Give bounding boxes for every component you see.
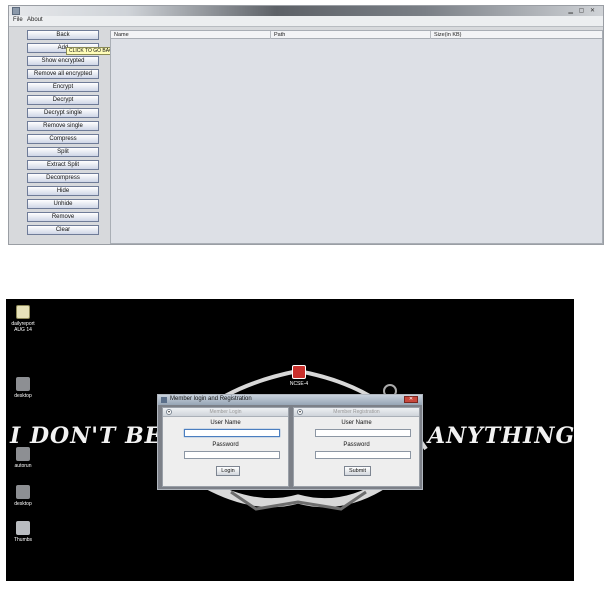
decompress-button[interactable]: Decompress xyxy=(27,173,99,183)
folder-icon xyxy=(16,485,30,499)
submit-button[interactable]: Submit xyxy=(344,466,371,476)
wallpaper-text-left: I DON'T BEL xyxy=(10,423,179,449)
desktop-icon-dailyreport[interactable]: dailyreport AUG 14 xyxy=(6,305,40,333)
login-panel-title: Member Login xyxy=(209,409,242,415)
desktop-icon-label: dailyreport AUG 14 xyxy=(11,321,35,333)
remove-all-encrypted-button[interactable]: Remove all encrypted xyxy=(27,69,99,79)
pdf-icon xyxy=(292,365,306,379)
center-desktop-icon[interactable]: NCSE-4 xyxy=(282,365,316,387)
document-icon xyxy=(16,305,30,319)
file-icon xyxy=(16,521,30,535)
register-username-field[interactable] xyxy=(315,429,411,437)
login-panel: ▾ Member Login User Name Password Login xyxy=(162,407,289,487)
desktop-icon-label: desktop xyxy=(14,501,32,507)
split-button[interactable]: Split xyxy=(27,147,99,157)
column-path[interactable]: Path xyxy=(271,31,431,39)
hide-button[interactable]: Hide xyxy=(27,186,99,196)
table-header: Name Path Size(in KB) xyxy=(111,31,602,39)
folder-icon xyxy=(16,447,30,461)
remove-single-button[interactable]: Remove single xyxy=(27,121,99,131)
title-bar[interactable]: ▁ ▢ ✕ xyxy=(9,6,603,16)
column-name[interactable]: Name xyxy=(111,31,271,39)
username-label: User Name xyxy=(341,420,372,426)
desktop-icon-desktop-2[interactable]: desktop xyxy=(6,485,40,507)
compress-button[interactable]: Compress xyxy=(27,134,99,144)
app-icon xyxy=(12,7,20,15)
desktop-icon-label: Thumbs xyxy=(13,537,33,543)
extract-split-button[interactable]: Extract Split xyxy=(27,160,99,170)
dialog-title-bar[interactable]: Member login and Registration ✕ xyxy=(158,395,422,405)
login-password-field[interactable] xyxy=(184,451,280,459)
desktop-icon-thumbs[interactable]: Thumbs xyxy=(6,521,40,543)
login-button[interactable]: Login xyxy=(216,466,240,476)
password-label: Password xyxy=(212,442,239,448)
desktop-icon-desktop-1[interactable]: desktop xyxy=(6,377,40,399)
login-panel-header: ▾ Member Login xyxy=(163,408,288,417)
desktop-icon-autorun[interactable]: autorun xyxy=(6,447,40,469)
register-password-field[interactable] xyxy=(315,451,411,459)
menu-about[interactable]: About xyxy=(27,17,43,23)
username-label: User Name xyxy=(210,420,241,426)
folder-icon xyxy=(16,377,30,391)
dialog-title: Member login and Registration xyxy=(170,396,252,402)
login-username-field[interactable] xyxy=(184,429,280,437)
wallpaper-text-right: ANYTHING xyxy=(428,423,574,449)
decrypt-single-button[interactable]: Decrypt single xyxy=(27,108,99,118)
desktop: I DON'T BEL ANYTHING NCSE-4 dailyreport … xyxy=(6,299,574,581)
app-window: ▁ ▢ ✕ File About Back Add Show encrypted… xyxy=(8,5,604,245)
encrypt-button[interactable]: Encrypt xyxy=(27,82,99,92)
menu-file[interactable]: File xyxy=(13,17,23,23)
center-icon-label: NCSE-4 xyxy=(289,381,309,387)
column-size[interactable]: Size(in KB) xyxy=(431,31,604,39)
login-dialog: Member login and Registration ✕ ▾ Member… xyxy=(157,394,423,490)
close-icon[interactable]: ✕ xyxy=(404,396,418,403)
unhide-button[interactable]: Unhide xyxy=(27,199,99,209)
desktop-icon-label: desktop xyxy=(14,393,32,399)
show-encrypted-button[interactable]: Show encrypted xyxy=(27,56,99,66)
registration-panel-header: ▾ Member Registration xyxy=(294,408,419,417)
desktop-icon-label: autorun xyxy=(14,463,32,469)
password-label: Password xyxy=(343,442,370,448)
dialog-app-icon xyxy=(161,397,167,403)
menu-bar: File About xyxy=(9,16,603,27)
back-button[interactable]: Back xyxy=(27,30,99,40)
clear-button[interactable]: Clear xyxy=(27,225,99,235)
registration-panel: ▾ Member Registration User Name Password… xyxy=(293,407,420,487)
remove-button[interactable]: Remove xyxy=(27,212,99,222)
decrypt-button[interactable]: Decrypt xyxy=(27,95,99,105)
window-controls[interactable]: ▁ ▢ ✕ xyxy=(568,7,597,14)
registration-panel-title: Member Registration xyxy=(333,409,380,415)
file-table[interactable]: Name Path Size(in KB) xyxy=(110,30,603,244)
